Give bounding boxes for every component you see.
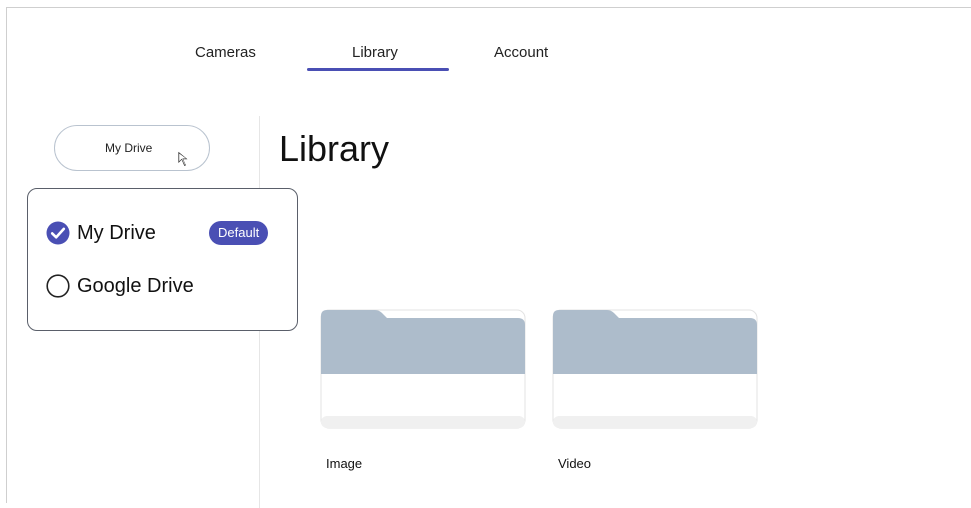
tab-account[interactable]: Account xyxy=(494,44,548,61)
default-badge: Default xyxy=(209,221,269,245)
tab-library[interactable]: Library xyxy=(352,44,398,61)
storage-option-my-drive[interactable]: My Drive Default xyxy=(46,220,286,246)
storage-select-button[interactable]: My Drive xyxy=(54,125,210,171)
active-tab-indicator xyxy=(307,68,449,71)
folder-card-video[interactable] xyxy=(552,306,758,430)
folder-icon xyxy=(552,309,758,429)
check-circle-icon xyxy=(46,221,70,245)
storage-select-label: My Drive xyxy=(105,141,153,155)
option-label-my-drive: My Drive xyxy=(77,222,156,244)
radio-empty-icon xyxy=(46,274,70,298)
page-title: Library xyxy=(279,128,390,169)
folder-label-image: Image xyxy=(326,456,363,471)
option-label-google-drive: Google Drive xyxy=(77,275,194,297)
mouse-pointer-icon xyxy=(177,150,190,168)
app-window: Cameras Library Account My Drive My Driv… xyxy=(6,7,971,508)
storage-option-google-drive[interactable]: Google Drive xyxy=(46,273,246,299)
folder-card-image[interactable] xyxy=(320,306,526,430)
storage-dropdown: My Drive Default Google Drive xyxy=(27,188,298,331)
folder-label-video: Video xyxy=(558,456,592,471)
top-nav: Cameras Library Account xyxy=(7,36,971,76)
folder-icon xyxy=(320,309,526,429)
tab-cameras[interactable]: Cameras xyxy=(195,44,256,61)
